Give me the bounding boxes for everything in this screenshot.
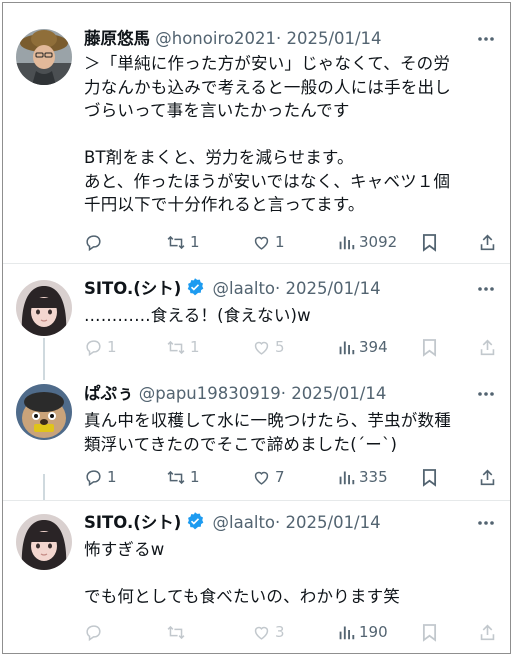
- post-date[interactable]: 2025/01/14: [286, 279, 381, 298]
- user-handle[interactable]: @laalto: [213, 513, 275, 532]
- bookmark-button[interactable]: [422, 231, 437, 253]
- share-button[interactable]: [479, 466, 496, 488]
- share-button[interactable]: [479, 336, 496, 358]
- tweet-header: SITO.(シト) @laalto· 2025/01/14: [84, 511, 381, 535]
- repost-button[interactable]: 1: [166, 231, 200, 253]
- views-button[interactable]: 3092: [338, 231, 397, 253]
- analytics-icon: [338, 623, 355, 642]
- reply-icon: [84, 468, 103, 487]
- post-date[interactable]: 2025/01/14: [286, 29, 381, 48]
- share-icon: [479, 623, 496, 642]
- divider: [3, 263, 510, 264]
- user-handle[interactable]: @laalto: [213, 279, 275, 298]
- like-button[interactable]: 1: [252, 231, 285, 253]
- separator-dot: ·: [275, 279, 281, 298]
- reply-count: 1: [107, 468, 117, 486]
- user-handle[interactable]: @honoiro2021: [155, 29, 276, 48]
- avatar-fujiwara[interactable]: [16, 29, 72, 85]
- verified-badge-icon: [185, 277, 205, 304]
- analytics-icon: [338, 338, 355, 357]
- separator-dot: ·: [280, 384, 286, 403]
- divider: [3, 500, 510, 501]
- repost-button[interactable]: 1: [166, 466, 200, 488]
- bookmark-button[interactable]: [422, 621, 437, 643]
- separator-dot: ·: [275, 29, 282, 48]
- reply-button[interactable]: 1: [84, 466, 117, 488]
- action-bar-right: 394: [84, 336, 504, 358]
- more-options-icon[interactable]: [476, 31, 496, 47]
- thread-line: [43, 474, 45, 500]
- view-count: 190: [359, 623, 388, 641]
- action-bar: 1 1 3092: [84, 231, 504, 253]
- tweet-header: ぱぷぅ @papu19830919· 2025/01/14: [84, 382, 386, 406]
- tweet-text: …………食える！(食えない)w: [84, 306, 311, 325]
- views-button[interactable]: 190: [338, 621, 388, 643]
- view-count: 3092: [359, 233, 398, 251]
- reply-button[interactable]: [84, 231, 107, 253]
- view-count: 394: [359, 338, 388, 356]
- share-icon: [479, 338, 496, 357]
- display-name[interactable]: SITO.(シト): [84, 513, 181, 532]
- bookmark-button[interactable]: [422, 466, 437, 488]
- more-options-icon[interactable]: [476, 386, 496, 402]
- tweet-text: ＞「単純に作った方が安い」じゃなくて、その労 力なんかも込みで考えると一般の人に…: [84, 54, 451, 214]
- share-button[interactable]: [479, 621, 496, 643]
- verified-badge-icon: [185, 511, 205, 538]
- views-button[interactable]: 394: [338, 336, 388, 358]
- display-name[interactable]: ぱぷぅ: [84, 384, 134, 403]
- analytics-icon: [338, 233, 355, 252]
- share-icon: [479, 468, 496, 487]
- tweet-text: 真ん中を収穫して水に一晩つけたら、芋虫が数種 類浮いてきたのでそこで諦めました(…: [84, 411, 451, 454]
- bookmark-icon: [422, 233, 437, 252]
- action-bar: 1 1 7 335: [84, 466, 504, 488]
- more-options-icon[interactable]: [476, 515, 496, 531]
- tweet-text: 怖すぎるw でも何としても食べたいの、わかります笑: [84, 540, 400, 606]
- display-name[interactable]: 藤原悠馬: [84, 29, 150, 48]
- like-count: 1: [275, 233, 285, 251]
- view-count: 335: [359, 468, 388, 486]
- avatar-sito[interactable]: [16, 280, 72, 336]
- repost-icon: [166, 233, 186, 252]
- reply-icon: [84, 233, 103, 252]
- tweet-header: 藤原悠馬 @honoiro2021· 2025/01/14: [84, 27, 382, 51]
- share-button[interactable]: [479, 231, 496, 253]
- post-date[interactable]: 2025/01/14: [286, 513, 381, 532]
- repost-count: 1: [190, 233, 200, 251]
- bookmark-icon: [422, 623, 437, 642]
- analytics-icon: [338, 468, 355, 487]
- action-bar-right: 190: [84, 621, 504, 643]
- avatar-sito[interactable]: [16, 514, 72, 570]
- post-date[interactable]: 2025/01/14: [291, 384, 386, 403]
- user-handle[interactable]: @papu19830919: [139, 384, 281, 403]
- more-options-icon[interactable]: [476, 281, 496, 297]
- repost-count: 1: [190, 468, 200, 486]
- bookmark-icon: [422, 468, 437, 487]
- like-button[interactable]: 7: [252, 466, 285, 488]
- heart-icon: [252, 233, 271, 252]
- heart-icon: [252, 468, 271, 487]
- share-icon: [479, 233, 496, 252]
- bookmark-button[interactable]: [422, 336, 437, 358]
- like-count: 7: [275, 468, 285, 486]
- separator-dot: ·: [275, 513, 281, 532]
- bookmark-icon: [422, 338, 437, 357]
- tweet-header: SITO.(シト) @laalto· 2025/01/14: [84, 277, 381, 301]
- avatar-papu[interactable]: [16, 384, 72, 440]
- repost-icon: [166, 468, 186, 487]
- display-name[interactable]: SITO.(シト): [84, 279, 181, 298]
- views-button[interactable]: 335: [338, 466, 388, 488]
- thread-line: [43, 338, 45, 380]
- tweet-thread: 藤原悠馬 @honoiro2021· 2025/01/14 ＞「単純に作った方が…: [2, 2, 511, 654]
